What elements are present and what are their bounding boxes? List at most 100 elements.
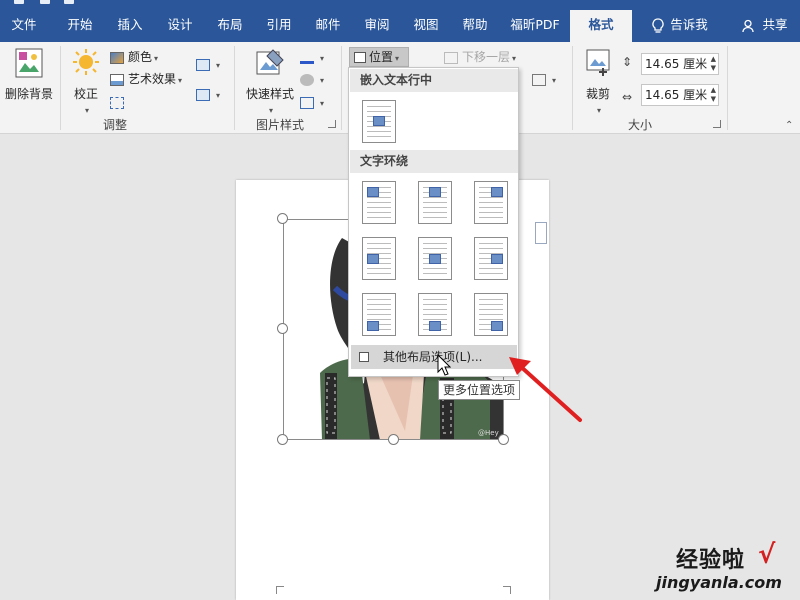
tab-layout[interactable]: 布局 — [206, 10, 254, 42]
tab-foxit-pdf[interactable]: 福昕PDF — [502, 10, 568, 42]
person-icon — [742, 19, 755, 32]
quick-styles-button[interactable]: 快速样式 ▾ — [242, 48, 298, 116]
page-corner-mark — [503, 586, 511, 594]
group-separator — [341, 46, 342, 130]
chevron-down-icon: ▾ — [154, 54, 159, 63]
layout-options-button[interactable] — [535, 222, 547, 244]
resize-handle[interactable] — [277, 434, 288, 445]
resize-handle[interactable] — [277, 213, 288, 224]
color-label: 颜色 — [128, 50, 153, 64]
position-button[interactable]: 位置 ▾ — [349, 47, 409, 67]
chevron-down-icon: ▾ — [395, 54, 400, 63]
collapse-ribbon-icon[interactable]: ⌃ — [785, 120, 793, 131]
width-value: 14.65 厘米 — [645, 88, 708, 102]
quick-access-toolbar — [0, 0, 800, 8]
chevron-down-icon: ▾ — [84, 106, 89, 115]
resize-handle[interactable] — [388, 434, 399, 445]
tab-format[interactable]: 格式 — [570, 10, 632, 42]
wrap-position-option[interactable] — [418, 181, 452, 224]
wrap-position-option[interactable] — [474, 237, 508, 280]
undo-icon[interactable] — [40, 0, 50, 4]
picture-border-button[interactable]: ▾ — [300, 47, 324, 67]
group-separator — [60, 46, 61, 130]
tab-view[interactable]: 视图 — [402, 10, 450, 42]
effects-icon — [300, 73, 314, 86]
picture-layout-button[interactable]: ▾ — [300, 92, 324, 112]
chevron-down-icon: ▾ — [216, 61, 221, 70]
wrap-position-option[interactable] — [474, 293, 508, 336]
group-separator — [727, 46, 728, 130]
share-button[interactable]: 共享 — [735, 10, 795, 42]
tab-help[interactable]: 帮助 — [451, 10, 499, 42]
change-picture-button[interactable]: ▾ — [196, 84, 220, 104]
chevron-down-icon: ▾ — [178, 76, 183, 85]
artistic-effects-button[interactable]: 艺术效果 ▾ — [110, 69, 182, 89]
dialog-launcher-icon[interactable] — [328, 120, 336, 128]
redo-icon[interactable] — [64, 0, 74, 4]
artistic-effects-icon — [110, 73, 124, 86]
quick-styles-icon — [256, 49, 284, 75]
rotate-button[interactable]: ▾ — [532, 69, 556, 89]
picture-effects-button[interactable]: ▾ — [300, 69, 324, 89]
rotate-icon — [532, 73, 546, 86]
wrap-position-option[interactable] — [418, 237, 452, 280]
color-button[interactable]: 颜色 ▾ — [110, 47, 158, 67]
tell-me-label: 告诉我 — [670, 17, 708, 32]
height-field[interactable]: 14.65 厘米 ▲ ▼ — [641, 53, 719, 75]
page-corner-mark — [276, 586, 284, 594]
wrap-position-option[interactable] — [474, 181, 508, 224]
height-spinner-icon[interactable]: ▲ ▼ — [711, 55, 716, 73]
watermark: 经验啦 √ jingyanla.com — [654, 540, 794, 598]
tab-design[interactable]: 设计 — [156, 10, 204, 42]
layout-options-icon — [359, 352, 369, 362]
remove-background-icon — [15, 48, 43, 78]
wrap-position-option[interactable] — [362, 293, 396, 336]
tell-me-box[interactable]: 告诉我 — [640, 10, 720, 42]
tab-references[interactable]: 引用 — [255, 10, 303, 42]
group-separator — [572, 46, 573, 130]
remove-background-label: 删除背景 — [4, 87, 53, 101]
chevron-down-icon: ▾ — [512, 54, 517, 63]
resize-handle[interactable] — [498, 434, 509, 445]
chevron-down-icon: ▾ — [268, 106, 273, 115]
width-field[interactable]: 14.65 厘米 ▲ ▼ — [641, 84, 719, 106]
send-backward-icon — [444, 51, 458, 64]
transparency-button[interactable] — [110, 92, 128, 112]
transparency-icon — [110, 96, 124, 109]
tab-review[interactable]: 审阅 — [353, 10, 401, 42]
save-icon[interactable] — [14, 0, 24, 4]
wrap-position-option[interactable] — [362, 237, 396, 280]
title-bar: 文件 开始 插入 设计 布局 引用 邮件 审阅 视图 帮助 福昕PDF 格式 告… — [0, 0, 800, 42]
chevron-down-icon: ▾ — [596, 106, 601, 115]
tab-insert[interactable]: 插入 — [106, 10, 154, 42]
tab-home[interactable]: 开始 — [56, 10, 104, 42]
send-backward-button[interactable]: 下移一层 ▾ — [444, 47, 516, 67]
compress-pictures-button[interactable]: ▾ — [196, 54, 220, 74]
inline-with-text-option[interactable] — [362, 100, 396, 143]
tab-file[interactable]: 文件 — [0, 10, 48, 42]
tab-mailings[interactable]: 邮件 — [304, 10, 352, 42]
change-picture-icon — [196, 88, 210, 101]
chevron-down-icon: ▾ — [320, 99, 325, 108]
corrections-button[interactable]: 校正 ▾ — [66, 48, 106, 116]
width-spinner-icon[interactable]: ▲ ▼ — [711, 86, 716, 104]
annotation-arrow-icon — [509, 357, 582, 422]
artistic-effects-label: 艺术效果 — [128, 72, 177, 86]
chevron-down-icon: ▾ — [552, 76, 557, 85]
dialog-launcher-icon[interactable] — [713, 120, 721, 128]
watermark-url: jingyanla.com — [656, 573, 782, 592]
sun-icon — [73, 49, 99, 75]
wrap-position-option[interactable] — [418, 293, 452, 336]
remove-background-button[interactable]: 删除背景 — [4, 48, 54, 102]
crop-button[interactable]: 裁剪 ▾ — [578, 48, 618, 116]
text-wrapping-header: 文字环绕 — [350, 150, 518, 173]
more-layout-options-item[interactable]: 其他布局选项(L)... — [351, 345, 517, 369]
resize-handle[interactable] — [277, 323, 288, 334]
color-icon — [110, 51, 124, 64]
adjust-group-label: 调整 — [102, 118, 127, 132]
position-label: 位置 — [369, 50, 394, 64]
wrap-position-option[interactable] — [362, 181, 396, 224]
checkmark-icon: √ — [758, 540, 776, 570]
chevron-down-icon: ▾ — [320, 54, 325, 63]
size-group-label: 大小 — [627, 118, 652, 132]
